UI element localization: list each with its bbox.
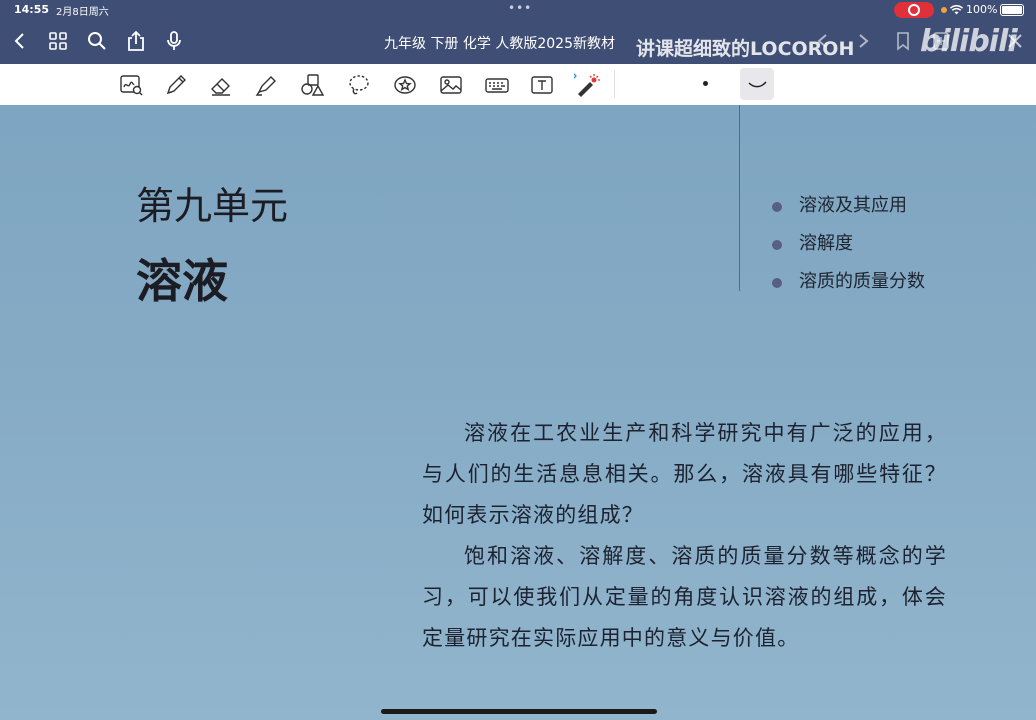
text-box-icon[interactable]	[529, 72, 555, 98]
sticker-icon[interactable]	[392, 72, 418, 98]
intro-paragraph: 溶液在工农业生产和科学研究中有广泛的应用，与人们的生活息息相关。那么，溶液具有哪…	[422, 421, 947, 527]
lasso-icon[interactable]	[346, 72, 372, 98]
status-time: 14:55	[14, 3, 50, 16]
back-chevron-icon[interactable]	[10, 30, 32, 52]
multitask-dots[interactable]: •••	[508, 1, 532, 15]
uploader-watermark: 讲课超细致的LOCOROH	[636, 38, 855, 60]
wifi-icon	[950, 4, 963, 14]
handwriting-zoom-icon[interactable]	[118, 72, 144, 98]
topic-item: 溶液及其应用	[772, 194, 925, 232]
redo-icon[interactable]	[852, 30, 874, 52]
microphone-icon[interactable]	[163, 30, 185, 52]
unit-title: 溶液	[136, 254, 228, 308]
mic-active-icon	[941, 6, 947, 13]
eraser-icon[interactable]	[208, 72, 234, 98]
divider-line	[739, 105, 740, 291]
document-title: 九年级 下册 化学 人教版2025新教材	[384, 36, 615, 52]
battery-icon	[1000, 3, 1025, 16]
status-date: 2月8日周六	[56, 7, 109, 18]
drawing-toolbar	[0, 64, 1036, 106]
toolbar-divider	[614, 70, 615, 98]
topic-label: 溶液及其应用	[799, 195, 907, 216]
laser-pointer-icon[interactable]	[572, 72, 600, 98]
unit-number: 第九单元	[136, 184, 289, 228]
topic-label: 溶质的质量分数	[799, 271, 925, 292]
bullet-icon	[772, 278, 782, 288]
unit-introduction: 溶液在工农业生产和科学研究中有广泛的应用，与人们的生活息息相关。那么，溶液具有哪…	[422, 413, 947, 659]
dot-pen-icon[interactable]	[703, 81, 708, 86]
home-indicator[interactable]	[381, 709, 657, 714]
topic-item: 溶质的质量分数	[772, 270, 925, 308]
image-icon[interactable]	[438, 72, 464, 98]
topic-item: 溶解度	[772, 232, 925, 270]
shapes-icon[interactable]	[299, 72, 325, 98]
grid-icon[interactable]	[47, 30, 69, 52]
app-header: 14:55 2月8日周六 ••• 100% 九年级 下册 化学 人教版2025新…	[0, 0, 1036, 64]
share-icon[interactable]	[125, 30, 147, 52]
bilibili-logo: bilibili	[920, 24, 1018, 59]
bullet-icon	[772, 202, 782, 212]
textbook-page[interactable]: 第九单元 溶液 溶液及其应用 溶解度 溶质的质量分数 溶液在工农业生产和科学研究…	[0, 105, 1036, 720]
curve-pen-icon[interactable]	[740, 68, 774, 100]
pen-icon[interactable]	[163, 72, 189, 98]
battery-percent: 100%	[966, 3, 998, 16]
highlighter-icon[interactable]	[253, 72, 279, 98]
topic-list: 溶液及其应用 溶解度 溶质的质量分数	[772, 194, 925, 308]
bookmark-icon[interactable]	[892, 30, 914, 52]
topic-label: 溶解度	[799, 233, 853, 254]
status-right: 100%	[941, 3, 1025, 16]
search-icon[interactable]	[86, 30, 108, 52]
intro-paragraph: 饱和溶液、溶解度、溶质的质量分数等概念的学习，可以使我们从定量的角度认识溶液的组…	[422, 544, 947, 650]
bullet-icon	[772, 240, 782, 250]
screen-record-indicator[interactable]	[894, 2, 934, 18]
keyboard-icon[interactable]	[484, 72, 510, 98]
